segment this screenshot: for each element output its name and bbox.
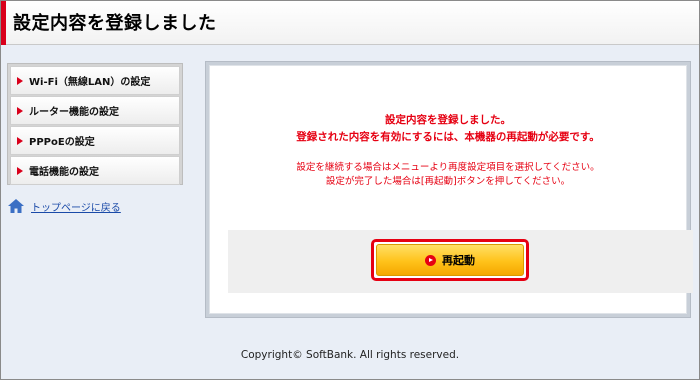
- top-page-link[interactable]: トップページに戻る: [7, 198, 121, 214]
- sidebar-item-phone[interactable]: 電話機能の設定: [10, 156, 180, 185]
- content-panel: 設定内容を登録しました。 登録された内容を有効にするには、本機器の再起動が必要で…: [209, 65, 693, 314]
- sidebar-item-label: PPPoEの設定: [29, 137, 95, 148]
- button-area: 再起動: [228, 230, 693, 293]
- reboot-button[interactable]: 再起動: [371, 239, 529, 281]
- sidebar-item-pppoe[interactable]: PPPoEの設定: [10, 126, 180, 155]
- sidebar-item-wifi[interactable]: Wi-Fi（無線LAN）の設定: [10, 66, 180, 95]
- top-page-link-label: トップページに戻る: [31, 202, 121, 214]
- success-message: 設定内容を登録しました。: [385, 114, 511, 126]
- triangle-right-icon: [17, 166, 23, 175]
- triangle-right-icon: [17, 136, 23, 145]
- triangle-right-icon: [17, 76, 23, 85]
- reboot-button-label: 再起動: [442, 254, 475, 267]
- play-icon: [425, 254, 436, 266]
- reboot-button-face: 再起動: [376, 244, 524, 276]
- sidebar-item-label: Wi-Fi（無線LAN）の設定: [29, 77, 151, 88]
- sidebar-item-router[interactable]: ルーター機能の設定: [10, 96, 180, 125]
- home-icon: [8, 199, 24, 213]
- reboot-required-message: 登録された内容を有効にするには、本機器の再起動が必要です。: [296, 131, 600, 143]
- sidebar-menu: Wi-Fi（無線LAN）の設定 ルーター機能の設定 PPPoEの設定 電話機能の…: [7, 63, 183, 185]
- header-accent-bar: [1, 1, 6, 45]
- page-title: 設定内容を登録しました: [13, 13, 217, 34]
- triangle-right-icon: [17, 106, 23, 115]
- page-header: 設定内容を登録しました: [1, 1, 699, 45]
- sidebar-item-label: 電話機能の設定: [29, 167, 99, 178]
- sidebar-item-label: ルーター機能の設定: [29, 107, 119, 118]
- copyright-text: Copyright© SoftBank. All rights reserved…: [240, 349, 460, 361]
- content-panel-frame: 設定内容を登録しました。 登録された内容を有効にするには、本機器の再起動が必要で…: [205, 61, 693, 318]
- continue-info-text: 設定を継続する場合はメニューより再度設定項目を選択してください。: [296, 162, 600, 173]
- finish-info-text: 設定が完了した場合は[再起動]ボタンを押してください。: [325, 176, 571, 187]
